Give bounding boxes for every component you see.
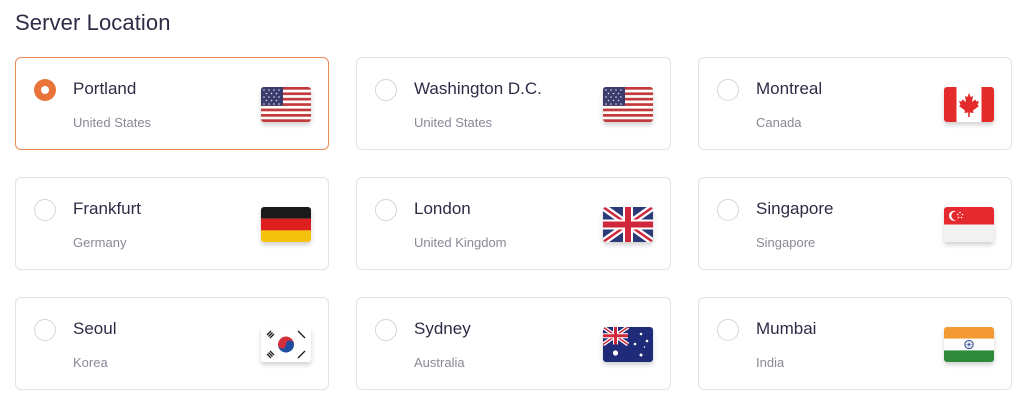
location-card-washington-dc[interactable]: Washington D.C. United States: [356, 57, 671, 150]
radio-button[interactable]: [717, 319, 739, 341]
country-label: Korea: [73, 355, 108, 370]
korea-flag-icon: [261, 327, 311, 362]
location-grid: Portland United States Washington D.C. U…: [15, 57, 1012, 390]
city-label: Sydney: [414, 319, 471, 338]
radio-button[interactable]: [717, 199, 739, 221]
location-card-sydney[interactable]: Sydney Australia: [356, 297, 671, 390]
city-label: Singapore: [756, 199, 834, 218]
country-label: Germany: [73, 235, 127, 250]
country-label: United Kingdom: [414, 235, 507, 250]
singapore-flag-icon: [944, 207, 994, 242]
city-label: Frankfurt: [73, 199, 142, 218]
city-label: London: [414, 199, 471, 218]
radio-button[interactable]: [375, 319, 397, 341]
city-label: Mumbai: [756, 319, 817, 338]
radio-button[interactable]: [34, 79, 56, 101]
city-label: Seoul: [73, 319, 117, 338]
page-title: Server Location: [15, 10, 171, 35]
location-card-singapore[interactable]: Singapore Singapore: [698, 177, 1012, 270]
location-card-london[interactable]: London United Kingdom: [356, 177, 671, 270]
radio-button[interactable]: [34, 319, 56, 341]
location-card-mumbai[interactable]: Mumbai India: [698, 297, 1012, 390]
country-label: United States: [414, 115, 493, 130]
us-flag-icon: [261, 87, 311, 122]
location-card-montreal[interactable]: Montreal Canada: [698, 57, 1012, 150]
location-card-frankfurt[interactable]: Frankfurt Germany: [15, 177, 329, 270]
canada-flag-icon: [944, 87, 994, 122]
radio-button[interactable]: [375, 79, 397, 101]
india-flag-icon: [944, 327, 994, 362]
country-label: Canada: [756, 115, 802, 130]
radio-button[interactable]: [34, 199, 56, 221]
location-card-portland[interactable]: Portland United States: [15, 57, 329, 150]
location-card-seoul[interactable]: Seoul Korea: [15, 297, 329, 390]
city-label: Portland: [73, 79, 137, 98]
country-label: United States: [73, 115, 152, 130]
germany-flag-icon: [261, 207, 311, 242]
country-label: Singapore: [756, 235, 816, 250]
australia-flag-icon: [603, 327, 653, 362]
uk-flag-icon: [603, 207, 653, 242]
radio-button[interactable]: [375, 199, 397, 221]
city-label: Montreal: [756, 79, 823, 98]
radio-button[interactable]: [717, 79, 739, 101]
country-label: Australia: [414, 355, 465, 370]
city-label: Washington D.C.: [414, 79, 542, 98]
us-flag-icon: [603, 87, 653, 122]
country-label: India: [756, 355, 785, 370]
